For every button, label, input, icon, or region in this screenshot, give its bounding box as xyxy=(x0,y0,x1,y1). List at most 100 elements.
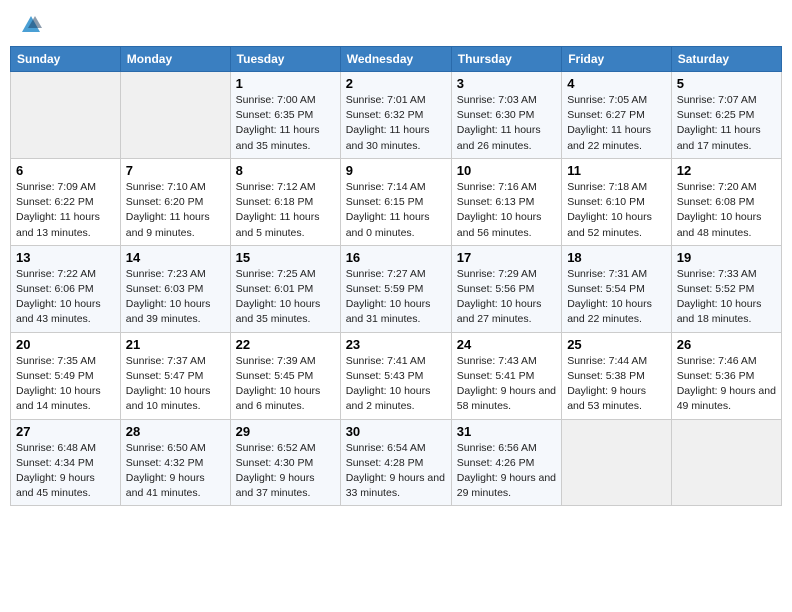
calendar-cell: 1 Sunrise: 7:00 AMSunset: 6:35 PMDaylight… xyxy=(230,72,340,159)
calendar-cell: 21 Sunrise: 7:37 AMSunset: 5:47 PMDayligh… xyxy=(120,332,230,419)
day-info: Sunrise: 7:00 AMSunset: 6:35 PMDaylight:… xyxy=(236,93,335,154)
calendar-cell: 8Sunrise: 7:12 AMSunset: 6:18 PMDaylight… xyxy=(230,158,340,245)
logo xyxy=(18,14,42,36)
day-info: Sunrise: 7:39 AMSunset: 5:45 PMDaylight:… xyxy=(236,354,335,415)
calendar-cell: 9 Sunrise: 7:14 AMSunset: 6:15 PMDaylight… xyxy=(340,158,451,245)
day-info: Sunrise: 7:01 AMSunset: 6:32 PMDaylight:… xyxy=(346,93,446,154)
calendar-cell: 16Sunrise: 7:27 AMSunset: 5:59 PMDayligh… xyxy=(340,245,451,332)
day-info: Sunrise: 7:07 AMSunset: 6:25 PMDaylight:… xyxy=(677,93,776,154)
day-number: 29 xyxy=(236,424,335,439)
day-info: Sunrise: 7:31 AMSunset: 5:54 PMDaylight:… xyxy=(567,267,666,328)
day-number: 6 xyxy=(16,163,115,178)
calendar-cell: 14 Sunrise: 7:23 AMSunset: 6:03 PMDayligh… xyxy=(120,245,230,332)
day-number: 17 xyxy=(457,250,556,265)
day-number: 13 xyxy=(16,250,115,265)
day-info: Sunrise: 7:37 AMSunset: 5:47 PMDaylight:… xyxy=(126,354,225,415)
day-info: Sunrise: 7:23 AMSunset: 6:03 PMDaylight:… xyxy=(126,267,225,328)
page-header xyxy=(10,10,782,40)
day-info: Sunrise: 6:56 AMSunset: 4:26 PMDaylight:… xyxy=(457,441,556,502)
calendar-cell xyxy=(11,72,121,159)
calendar-cell: 22 Sunrise: 7:39 AMSunset: 5:45 PMDayligh… xyxy=(230,332,340,419)
calendar-cell: 11 Sunrise: 7:18 AMSunset: 6:10 PMDayligh… xyxy=(562,158,672,245)
day-info: Sunrise: 6:50 AMSunset: 4:32 PMDaylight:… xyxy=(126,441,225,502)
day-info: Sunrise: 7:18 AMSunset: 6:10 PMDaylight:… xyxy=(567,180,666,241)
day-info: Sunrise: 7:35 AMSunset: 5:49 PMDaylight:… xyxy=(16,354,115,415)
calendar-cell: 2 Sunrise: 7:01 AMSunset: 6:32 PMDaylight… xyxy=(340,72,451,159)
day-info: Sunrise: 7:05 AMSunset: 6:27 PMDaylight:… xyxy=(567,93,666,154)
day-number: 20 xyxy=(16,337,115,352)
day-info: Sunrise: 7:46 AMSunset: 5:36 PMDaylight:… xyxy=(677,354,776,415)
day-info: Sunrise: 7:20 AMSunset: 6:08 PMDaylight:… xyxy=(677,180,776,241)
calendar-cell: 28Sunrise: 6:50 AMSunset: 4:32 PMDayligh… xyxy=(120,419,230,506)
day-info: Sunrise: 7:41 AMSunset: 5:43 PMDaylight:… xyxy=(346,354,446,415)
calendar-cell: 31 Sunrise: 6:56 AMSunset: 4:26 PMDayligh… xyxy=(451,419,561,506)
calendar-cell: 20 Sunrise: 7:35 AMSunset: 5:49 PMDayligh… xyxy=(11,332,121,419)
day-number: 1 xyxy=(236,76,335,91)
day-info: Sunrise: 7:22 AMSunset: 6:06 PMDaylight:… xyxy=(16,267,115,328)
day-number: 31 xyxy=(457,424,556,439)
calendar-table: SundayMondayTuesdayWednesdayThursdayFrid… xyxy=(10,46,782,506)
day-info: Sunrise: 7:33 AMSunset: 5:52 PMDaylight:… xyxy=(677,267,776,328)
calendar-cell: 15 Sunrise: 7:25 AMSunset: 6:01 PMDayligh… xyxy=(230,245,340,332)
weekday-header-wednesday: Wednesday xyxy=(340,47,451,72)
day-number: 4 xyxy=(567,76,666,91)
calendar-cell: 30 Sunrise: 6:54 AMSunset: 4:28 PMDayligh… xyxy=(340,419,451,506)
logo-icon xyxy=(20,14,42,36)
day-info: Sunrise: 7:44 AMSunset: 5:38 PMDaylight:… xyxy=(567,354,666,415)
weekday-header-sunday: Sunday xyxy=(11,47,121,72)
calendar-cell xyxy=(562,419,672,506)
day-number: 30 xyxy=(346,424,446,439)
calendar-cell: 7Sunrise: 7:10 AMSunset: 6:20 PMDaylight… xyxy=(120,158,230,245)
calendar-cell: 19Sunrise: 7:33 AMSunset: 5:52 PMDayligh… xyxy=(671,245,781,332)
calendar-cell: 13 Sunrise: 7:22 AMSunset: 6:06 PMDayligh… xyxy=(11,245,121,332)
day-number: 23 xyxy=(346,337,446,352)
day-number: 27 xyxy=(16,424,115,439)
day-number: 5 xyxy=(677,76,776,91)
day-number: 8 xyxy=(236,163,335,178)
weekday-header-thursday: Thursday xyxy=(451,47,561,72)
day-number: 10 xyxy=(457,163,556,178)
day-number: 18 xyxy=(567,250,666,265)
day-info: Sunrise: 6:48 AMSunset: 4:34 PMDaylight:… xyxy=(16,441,115,502)
calendar-cell: 29 Sunrise: 6:52 AMSunset: 4:30 PMDayligh… xyxy=(230,419,340,506)
calendar-cell: 18 Sunrise: 7:31 AMSunset: 5:54 PMDayligh… xyxy=(562,245,672,332)
weekday-header-saturday: Saturday xyxy=(671,47,781,72)
weekday-header-friday: Friday xyxy=(562,47,672,72)
day-number: 25 xyxy=(567,337,666,352)
day-number: 2 xyxy=(346,76,446,91)
day-info: Sunrise: 7:09 AMSunset: 6:22 PMDaylight:… xyxy=(16,180,115,241)
day-info: Sunrise: 7:43 AMSunset: 5:41 PMDaylight:… xyxy=(457,354,556,415)
day-number: 22 xyxy=(236,337,335,352)
day-info: Sunrise: 7:16 AMSunset: 6:13 PMDaylight:… xyxy=(457,180,556,241)
day-number: 24 xyxy=(457,337,556,352)
calendar-cell: 23 Sunrise: 7:41 AMSunset: 5:43 PMDayligh… xyxy=(340,332,451,419)
calendar-cell: 3Sunrise: 7:03 AMSunset: 6:30 PMDaylight… xyxy=(451,72,561,159)
calendar-cell: 5 Sunrise: 7:07 AMSunset: 6:25 PMDaylight… xyxy=(671,72,781,159)
calendar-cell: 26 Sunrise: 7:46 AMSunset: 5:36 PMDayligh… xyxy=(671,332,781,419)
calendar-cell xyxy=(671,419,781,506)
calendar-cell: 24 Sunrise: 7:43 AMSunset: 5:41 PMDayligh… xyxy=(451,332,561,419)
calendar-cell: 17 Sunrise: 7:29 AMSunset: 5:56 PMDayligh… xyxy=(451,245,561,332)
calendar-cell: 25 Sunrise: 7:44 AMSunset: 5:38 PMDayligh… xyxy=(562,332,672,419)
day-number: 9 xyxy=(346,163,446,178)
calendar-cell xyxy=(120,72,230,159)
day-number: 14 xyxy=(126,250,225,265)
weekday-header-monday: Monday xyxy=(120,47,230,72)
calendar-cell: 4 Sunrise: 7:05 AMSunset: 6:27 PMDaylight… xyxy=(562,72,672,159)
day-number: 3 xyxy=(457,76,556,91)
day-info: Sunrise: 6:54 AMSunset: 4:28 PMDaylight:… xyxy=(346,441,446,502)
calendar-cell: 6 Sunrise: 7:09 AMSunset: 6:22 PMDaylight… xyxy=(11,158,121,245)
day-number: 7 xyxy=(126,163,225,178)
day-info: Sunrise: 7:14 AMSunset: 6:15 PMDaylight:… xyxy=(346,180,446,241)
day-info: Sunrise: 6:52 AMSunset: 4:30 PMDaylight:… xyxy=(236,441,335,502)
day-number: 26 xyxy=(677,337,776,352)
day-number: 15 xyxy=(236,250,335,265)
day-info: Sunrise: 7:29 AMSunset: 5:56 PMDaylight:… xyxy=(457,267,556,328)
day-number: 11 xyxy=(567,163,666,178)
calendar-cell: 10 Sunrise: 7:16 AMSunset: 6:13 PMDayligh… xyxy=(451,158,561,245)
calendar-cell: 27 Sunrise: 6:48 AMSunset: 4:34 PMDayligh… xyxy=(11,419,121,506)
day-number: 21 xyxy=(126,337,225,352)
day-info: Sunrise: 7:27 AMSunset: 5:59 PMDaylight:… xyxy=(346,267,446,328)
calendar-cell: 12Sunrise: 7:20 AMSunset: 6:08 PMDayligh… xyxy=(671,158,781,245)
day-info: Sunrise: 7:25 AMSunset: 6:01 PMDaylight:… xyxy=(236,267,335,328)
